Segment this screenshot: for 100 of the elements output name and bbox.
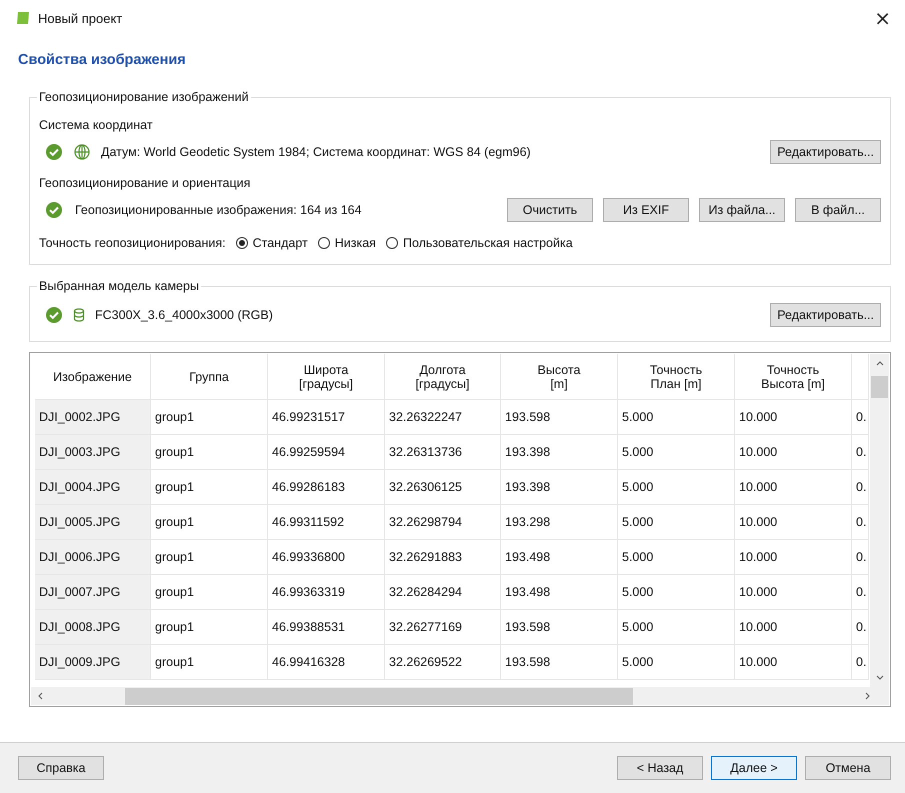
column-header[interactable]: Точность План [m] [618, 354, 735, 400]
scroll-thumb[interactable] [871, 376, 888, 398]
row-header: DJI_0003.JPG [35, 435, 151, 470]
table-cell: 193.598 [501, 610, 618, 645]
section-label: Система координат [39, 118, 154, 132]
window-title: Новый проект [38, 10, 122, 26]
row-header: DJI_0007.JPG [35, 575, 151, 610]
table-cell: 32.26298794 [385, 505, 501, 540]
geotag-button[interactable]: Из EXIF [603, 198, 689, 222]
row-header: DJI_0005.JPG [35, 505, 151, 540]
table-cell: 193.598 [501, 645, 618, 680]
table-cell: 0. [852, 435, 869, 470]
table-cell: 46.99363319 [268, 575, 385, 610]
table-cell: 10.000 [735, 540, 852, 575]
table-cell: group1 [151, 505, 268, 540]
table-cell: 46.99286183 [268, 470, 385, 505]
vertical-scrollbar[interactable] [870, 354, 889, 687]
table-cell: 10.000 [735, 610, 852, 645]
cancel-button[interactable]: Отмена [805, 756, 891, 780]
table-cell: 46.99231517 [268, 400, 385, 435]
geotag-button[interactable]: Из файла... [699, 198, 785, 222]
table-cell: 5.000 [618, 645, 735, 680]
table-cell: group1 [151, 470, 268, 505]
radio-option[interactable]: Низкая [318, 236, 376, 250]
table-cell: 32.26291883 [385, 540, 501, 575]
table-cell: 193.398 [501, 435, 618, 470]
table-cell: group1 [151, 610, 268, 645]
geotag-button[interactable]: В файл... [795, 198, 881, 222]
table-cell: 5.000 [618, 400, 735, 435]
column-header[interactable]: Группа [151, 354, 268, 400]
camera-model-text: FC300X_3.6_4000x3000 (RGB) [95, 308, 273, 322]
table-cell: 10.000 [735, 470, 852, 505]
table-cell: 10.000 [735, 575, 852, 610]
table-cell: 10.000 [735, 645, 852, 680]
table-cell: 193.398 [501, 470, 618, 505]
row-header: DJI_0006.JPG [35, 540, 151, 575]
scroll-thumb[interactable] [125, 688, 633, 704]
column-header[interactable] [852, 354, 869, 400]
table-cell: 0. [852, 540, 869, 575]
column-header[interactable]: Точность Высота [m] [735, 354, 852, 400]
row-header: DJI_0009.JPG [35, 645, 151, 680]
table-cell: 0. [852, 575, 869, 610]
table-cell: 46.99259594 [268, 435, 385, 470]
table-cell: 5.000 [618, 435, 735, 470]
table-cell: 0. [852, 400, 869, 435]
row-header: DJI_0002.JPG [35, 400, 151, 435]
column-header[interactable]: Широта [градусы] [268, 354, 385, 400]
next-button[interactable]: Далее > [711, 756, 797, 780]
table-cell: 32.26277169 [385, 610, 501, 645]
table-cell: 5.000 [618, 470, 735, 505]
table-cell: 5.000 [618, 610, 735, 645]
table-cell: 32.26313736 [385, 435, 501, 470]
radio-option[interactable]: Стандарт [236, 236, 308, 250]
table-cell: 5.000 [618, 540, 735, 575]
table-cell: 0. [852, 470, 869, 505]
table-cell: 46.99416328 [268, 645, 385, 680]
table-cell: 32.26306125 [385, 470, 501, 505]
database-icon [73, 308, 85, 322]
edit-button[interactable]: Редактировать... [770, 303, 881, 327]
group-legend: Геопозиционирование изображений [37, 90, 251, 104]
geotag-button[interactable]: Очистить [507, 198, 593, 222]
close-button[interactable]: × [868, 8, 897, 28]
table-cell: 10.000 [735, 505, 852, 540]
table-cell: 5.000 [618, 575, 735, 610]
column-header[interactable]: Долгота [градусы] [385, 354, 501, 400]
app-logo-icon [16, 11, 30, 25]
table-cell: group1 [151, 435, 268, 470]
edit-button[interactable]: Редактировать... [770, 140, 881, 164]
table-cell: 32.26284294 [385, 575, 501, 610]
table-cell: 0. [852, 645, 869, 680]
table-cell: group1 [151, 540, 268, 575]
table-cell: 193.498 [501, 575, 618, 610]
table-cell: group1 [151, 400, 268, 435]
table-cell: 0. [852, 610, 869, 645]
section-label: Геопозиционирование и ориентация [39, 176, 252, 190]
table-cell: 0. [852, 505, 869, 540]
crs-text: Датум: World Geodetic System 1984; Система координат: WGS 84 (egm96) [101, 145, 531, 159]
accuracy-label: Точность геопозиционирования: [39, 236, 226, 250]
back-button[interactable]: < Назад [617, 756, 703, 780]
geotag-count-text: Геопозиционированные изображения: 164 из 164 [75, 203, 362, 217]
column-header[interactable]: Высота [m] [501, 354, 618, 400]
radio-option[interactable]: Пользовательская настройка [386, 236, 573, 250]
table-cell: 46.99336800 [268, 540, 385, 575]
globe-icon [73, 143, 91, 161]
table-cell: 10.000 [735, 400, 852, 435]
table-cell: 46.99388531 [268, 610, 385, 645]
table-cell: 32.26269522 [385, 645, 501, 680]
horizontal-scrollbar[interactable] [31, 687, 889, 705]
help-button[interactable]: Справка [18, 756, 104, 780]
page-title: Свойства изображения [18, 52, 187, 68]
group-legend: Выбранная модель камеры [37, 279, 201, 293]
table-cell: group1 [151, 575, 268, 610]
table-cell: 193.298 [501, 505, 618, 540]
table-cell: 46.99311592 [268, 505, 385, 540]
table-cell: group1 [151, 645, 268, 680]
table-cell: 193.598 [501, 400, 618, 435]
table-cell: 193.498 [501, 540, 618, 575]
table-cell: 32.26322247 [385, 400, 501, 435]
table-cell: 10.000 [735, 435, 852, 470]
table-cell: 5.000 [618, 505, 735, 540]
